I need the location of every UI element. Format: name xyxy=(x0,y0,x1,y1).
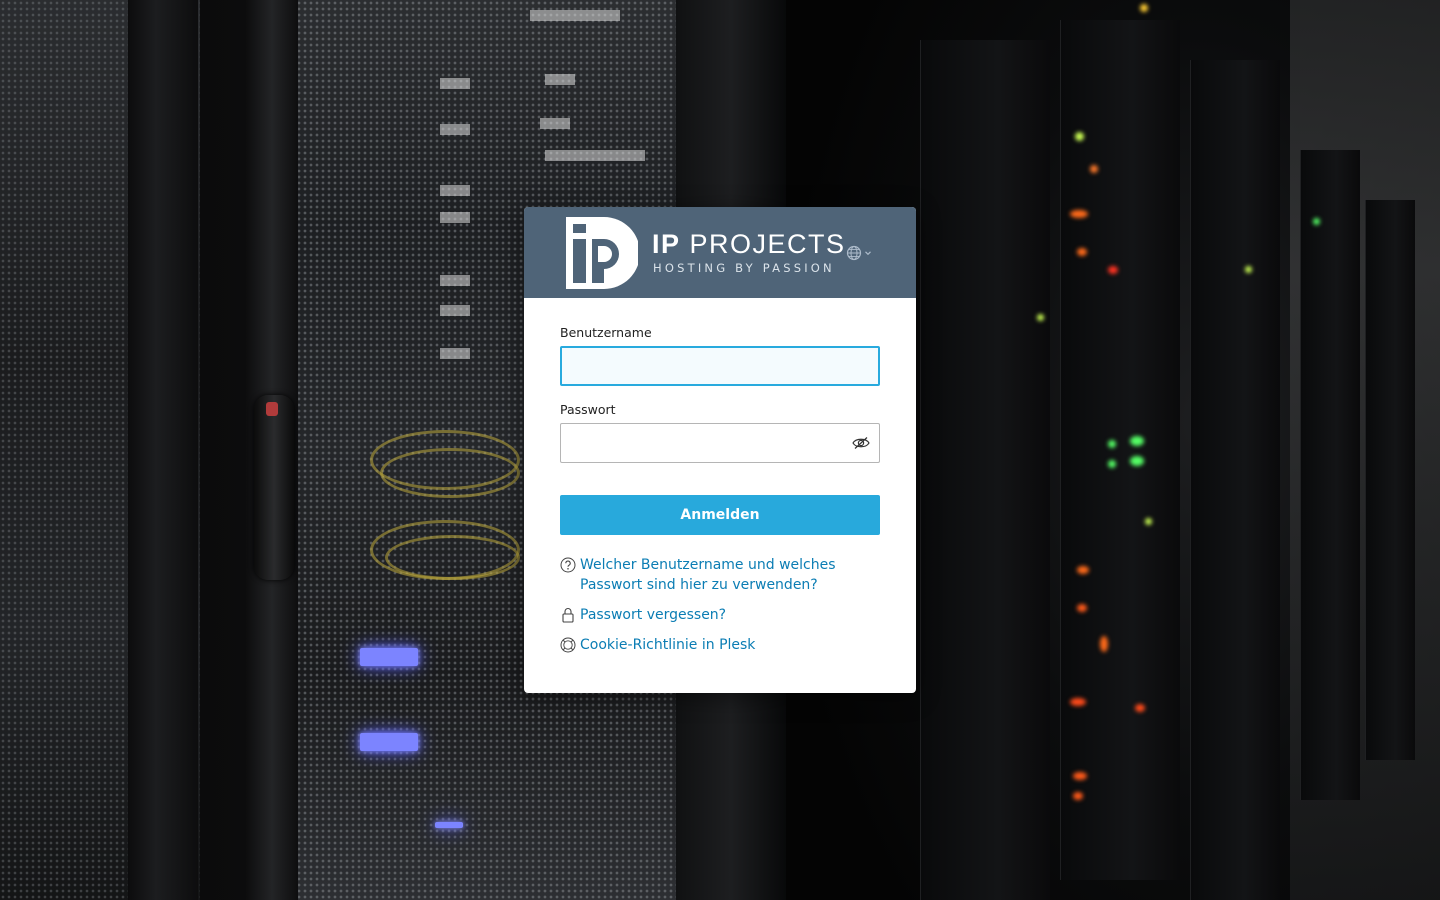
username-input[interactable] xyxy=(560,346,880,386)
brand-header: IP PROJECTS HOSTING BY PASSION xyxy=(524,207,916,298)
eye-slash-icon xyxy=(852,437,870,449)
globe-icon xyxy=(846,245,862,261)
login-submit-button[interactable]: Anmelden xyxy=(560,495,880,535)
chevron-down-icon xyxy=(865,251,871,256)
login-card: IP PROJECTS HOSTING BY PASSION Benutzern… xyxy=(524,207,916,693)
forgot-password-text: Passwort vergessen? xyxy=(580,607,727,623)
brand-tagline: HOSTING BY PASSION xyxy=(653,261,835,275)
lock-icon xyxy=(560,605,576,625)
login-form: Benutzername Passwort Anmelden Welcher B… xyxy=(524,298,916,655)
language-selector[interactable] xyxy=(846,243,880,263)
cookie-policy-link[interactable]: Cookie-Richtlinie in Plesk xyxy=(560,635,880,655)
ipprojects-logo-icon xyxy=(566,217,638,289)
forgot-password-link[interactable]: Passwort vergessen? xyxy=(560,605,880,625)
credentials-help-text: Welcher Benutzername und welches Passwor… xyxy=(580,557,836,593)
password-input[interactable] xyxy=(560,423,880,463)
brand-name: IP PROJECTS xyxy=(652,229,846,259)
cookie-policy-text: Cookie-Richtlinie in Plesk xyxy=(580,637,756,653)
password-label: Passwort xyxy=(560,402,616,417)
credentials-help-link[interactable]: Welcher Benutzername und welches Passwor… xyxy=(560,555,880,595)
toggle-password-visibility[interactable] xyxy=(850,432,872,454)
cookie-icon xyxy=(560,635,576,655)
question-circle-icon xyxy=(560,555,576,575)
username-label: Benutzername xyxy=(560,325,652,340)
